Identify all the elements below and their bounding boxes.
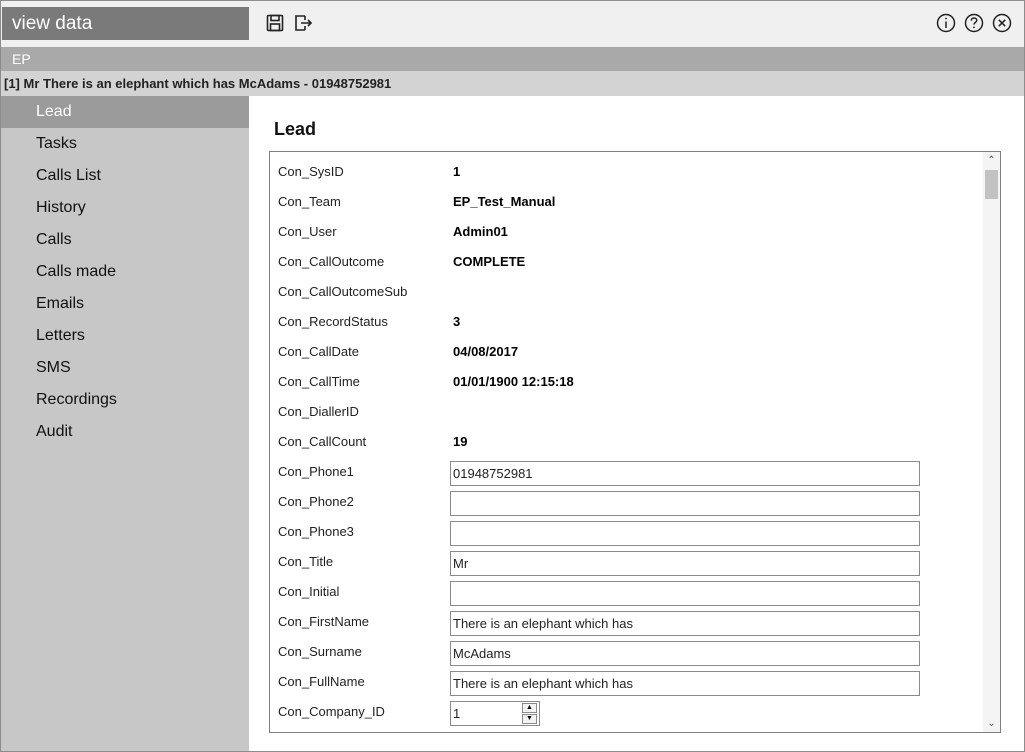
field-label: Con_Team [278,194,341,209]
field-row: Con_FullName [270,667,982,697]
field-row: Con_Phone1 [270,457,982,487]
field-label: Con_CallCount [278,434,367,449]
group-label: EP [1,47,1024,71]
field-row: Con_Title [270,547,982,577]
field-label: Con_User [278,224,337,239]
field-label: Con_Company_ID [278,704,385,719]
field-input-con-company-id[interactable] [451,702,525,725]
company-id-stepper[interactable]: ▲▼ [450,701,540,726]
scroll-up-icon[interactable]: ⌃ [983,152,1000,169]
scroll-down-icon[interactable]: ⌄ [983,715,1000,732]
field-row: Con_User Admin01 [270,217,982,247]
field-label: Con_RecordStatus [278,314,388,329]
field-row: Con_DiallerID [270,397,982,427]
field-row: Con_Initial [270,577,982,607]
scroll-thumb[interactable] [985,170,998,199]
field-row: Con_RecordStatus 3 [270,307,982,337]
field-row: Con_Phone2 [270,487,982,517]
field-input-con-surname[interactable] [450,641,920,666]
field-row: Con_FirstName [270,607,982,637]
field-label: Con_Phone2 [278,494,354,509]
sidebar-item-calls-made[interactable]: Calls made [1,256,249,288]
field-row: Con_Surname [270,637,982,667]
field-row: Con_Phone3 [270,517,982,547]
window-title: view data [2,7,249,40]
field-value-con-calltime: 01/01/1900 12:15:18 [453,374,574,389]
field-row: Con_CallDate 04/08/2017 [270,337,982,367]
sidebar-item-audit[interactable]: Audit [1,416,249,448]
field-label: Con_Surname [278,644,362,659]
save-icon[interactable] [264,12,286,34]
field-label: Con_CallOutcome [278,254,385,269]
section-title: Lead [274,119,317,139]
sidebar-item-letters[interactable]: Letters [1,320,249,352]
field-input-con-firstname[interactable] [450,611,920,636]
lead-fields-panel: Con_SysID 1 Con_Team EP_Test_Manual Con_User… [269,151,1001,733]
sidebar-item-lead[interactable]: Lead [1,96,249,128]
field-label: Con_SysID [278,164,344,179]
field-value-con-calldate: 04/08/2017 [453,344,519,359]
top-bar: view data [1,1,1024,47]
field-row: Con_Team EP_Test_Manual [270,187,982,217]
field-value-con-calloutcome: COMPLETE [453,254,526,269]
field-value-con-user: Admin01 [453,224,508,239]
field-row: Con_CallOutcomeSub [270,277,982,307]
exit-icon[interactable] [292,12,314,34]
field-label: Con_CallTime [278,374,360,389]
close-icon[interactable] [992,13,1012,33]
sidebar-item-sms[interactable]: SMS [1,352,249,384]
field-value-con-recordstatus: 3 [453,314,461,329]
field-label: Con_Phone1 [278,464,354,479]
field-label: Con_CallOutcomeSub [278,284,408,299]
field-input-con-phone3[interactable] [450,521,920,546]
field-label: Con_FullName [278,674,365,689]
field-input-con-phone1[interactable] [450,461,920,486]
field-input-con-phone2[interactable] [450,491,920,516]
record-header: [1] Mr There is an elephant which has Mc… [1,71,1024,96]
field-label: Con_CallDate [278,344,359,359]
sidebar-item-calls-list[interactable]: Calls List [1,160,249,192]
stepper-buttons: ▲ ▼ [522,703,537,724]
app-window: view data EP [1] Mr There is an elephant… [0,0,1025,752]
sidebar: Lead Tasks Calls List History Calls Calls mad… [1,96,249,751]
field-input-con-fullname[interactable] [450,671,920,696]
field-input-con-initial[interactable] [450,581,920,606]
stepper-up-icon[interactable]: ▲ [522,703,537,713]
field-label: Con_Phone3 [278,524,354,539]
field-label: Con_Title [278,554,334,569]
field-value-con-team: EP_Test_Manual [453,194,556,209]
field-row: Con_CallOutcome COMPLETE [270,247,982,277]
main-content: Lead Con_SysID 1 Con_Team EP_Test_Manual Con… [249,96,1024,751]
field-row: Con_SysID 1 [270,157,982,187]
info-icon[interactable] [936,13,956,33]
field-label: Con_Initial [278,584,340,599]
sidebar-item-emails[interactable]: Emails [1,288,249,320]
field-row: Con_CallCount 19 [270,427,982,457]
vertical-scrollbar[interactable]: ⌃ ⌄ [983,152,1000,732]
sidebar-item-history[interactable]: History [1,192,249,224]
field-value-con-callcount: 19 [453,434,468,449]
sidebar-item-tasks[interactable]: Tasks [1,128,249,160]
field-row: Con_Company_ID ▲▼ [270,697,982,727]
field-label: Con_FirstName [278,614,370,629]
sidebar-item-recordings[interactable]: Recordings [1,384,249,416]
stepper-down-icon[interactable]: ▼ [522,714,537,724]
help-icon[interactable] [964,13,984,33]
field-value-con-sysid: 1 [453,164,461,179]
field-input-con-title[interactable] [450,551,920,576]
field-label: Con_DiallerID [278,404,359,419]
sidebar-item-calls[interactable]: Calls [1,224,249,256]
field-row: Con_CallTime 01/01/1900 12:15:18 [270,367,982,397]
